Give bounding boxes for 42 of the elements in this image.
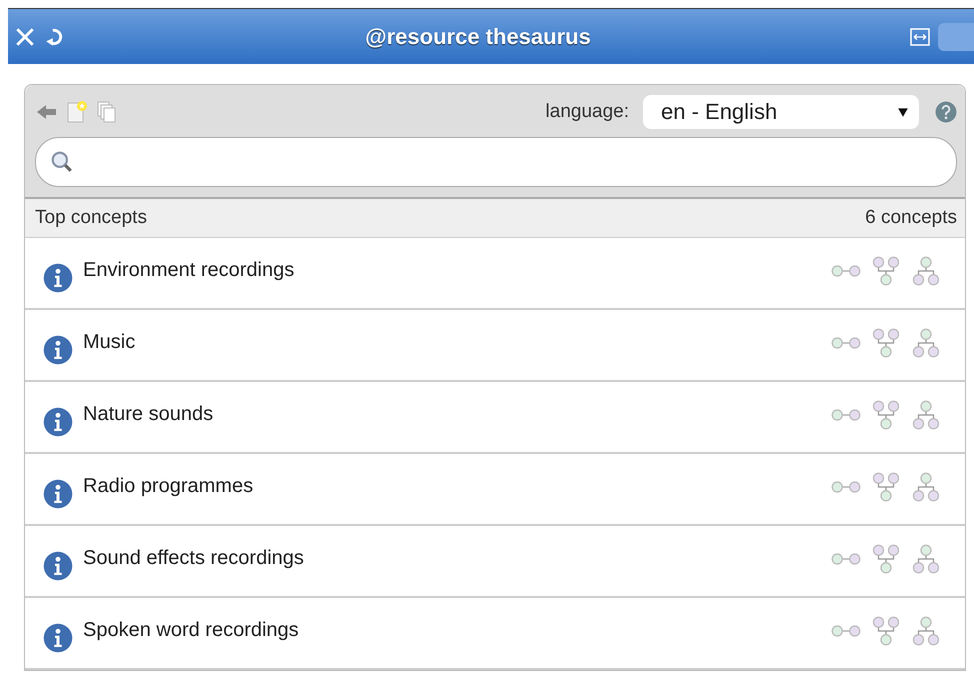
broader-nodes-icon[interactable]: [871, 544, 901, 574]
info-icon[interactable]: [43, 551, 73, 581]
narrower-nodes-icon[interactable]: [911, 544, 941, 574]
broader-nodes-icon[interactable]: [871, 328, 901, 358]
concept-label[interactable]: Nature sounds: [83, 402, 214, 426]
info-icon[interactable]: [43, 407, 73, 437]
caret-icon: [897, 106, 909, 118]
concept-row[interactable]: Sound effects recordings: [25, 526, 965, 598]
resize-icon[interactable]: [910, 26, 930, 46]
narrower-nodes-icon[interactable]: [911, 472, 941, 502]
search-field[interactable]: [35, 137, 957, 187]
concept-label[interactable]: Sound effects recordings: [83, 546, 304, 570]
concept-row[interactable]: Spoken word recordings: [25, 598, 965, 670]
concept-label[interactable]: Spoken word recordings: [83, 618, 299, 642]
narrower-nodes-icon[interactable]: [911, 400, 941, 430]
concept-label[interactable]: Environment recordings: [83, 258, 294, 282]
concept-row[interactable]: Environment recordings: [25, 238, 965, 310]
broader-nodes-icon[interactable]: [871, 472, 901, 502]
concept-count: 6 concepts: [865, 207, 957, 229]
info-icon[interactable]: [43, 335, 73, 365]
close-icon[interactable]: [14, 26, 36, 48]
search-icon: [50, 150, 74, 174]
help-icon[interactable]: [935, 101, 957, 123]
info-icon[interactable]: [43, 479, 73, 509]
concept-row[interactable]: Nature sounds: [25, 382, 965, 454]
narrower-nodes-icon[interactable]: [911, 616, 941, 646]
narrower-nodes-icon[interactable]: [911, 328, 941, 358]
window-title: @resource thesaurus: [364, 24, 592, 50]
language-dropdown[interactable]: en - English: [643, 95, 919, 129]
info-icon[interactable]: [43, 623, 73, 653]
narrower-nodes-icon[interactable]: [911, 256, 941, 286]
broader-nodes-icon[interactable]: [871, 400, 901, 430]
broader-nodes-icon[interactable]: [871, 616, 901, 646]
concept-label[interactable]: Music: [83, 330, 136, 354]
broader-nodes-icon[interactable]: [871, 256, 901, 286]
concept-row[interactable]: Music: [25, 310, 965, 382]
list-title: Top concepts: [35, 207, 147, 229]
new-document-icon[interactable]: [65, 100, 89, 124]
concept-label[interactable]: Radio programmes: [83, 474, 254, 498]
info-icon[interactable]: [43, 263, 73, 293]
concept-row[interactable]: Radio programmes: [25, 454, 965, 526]
language-label: language:: [546, 101, 629, 123]
